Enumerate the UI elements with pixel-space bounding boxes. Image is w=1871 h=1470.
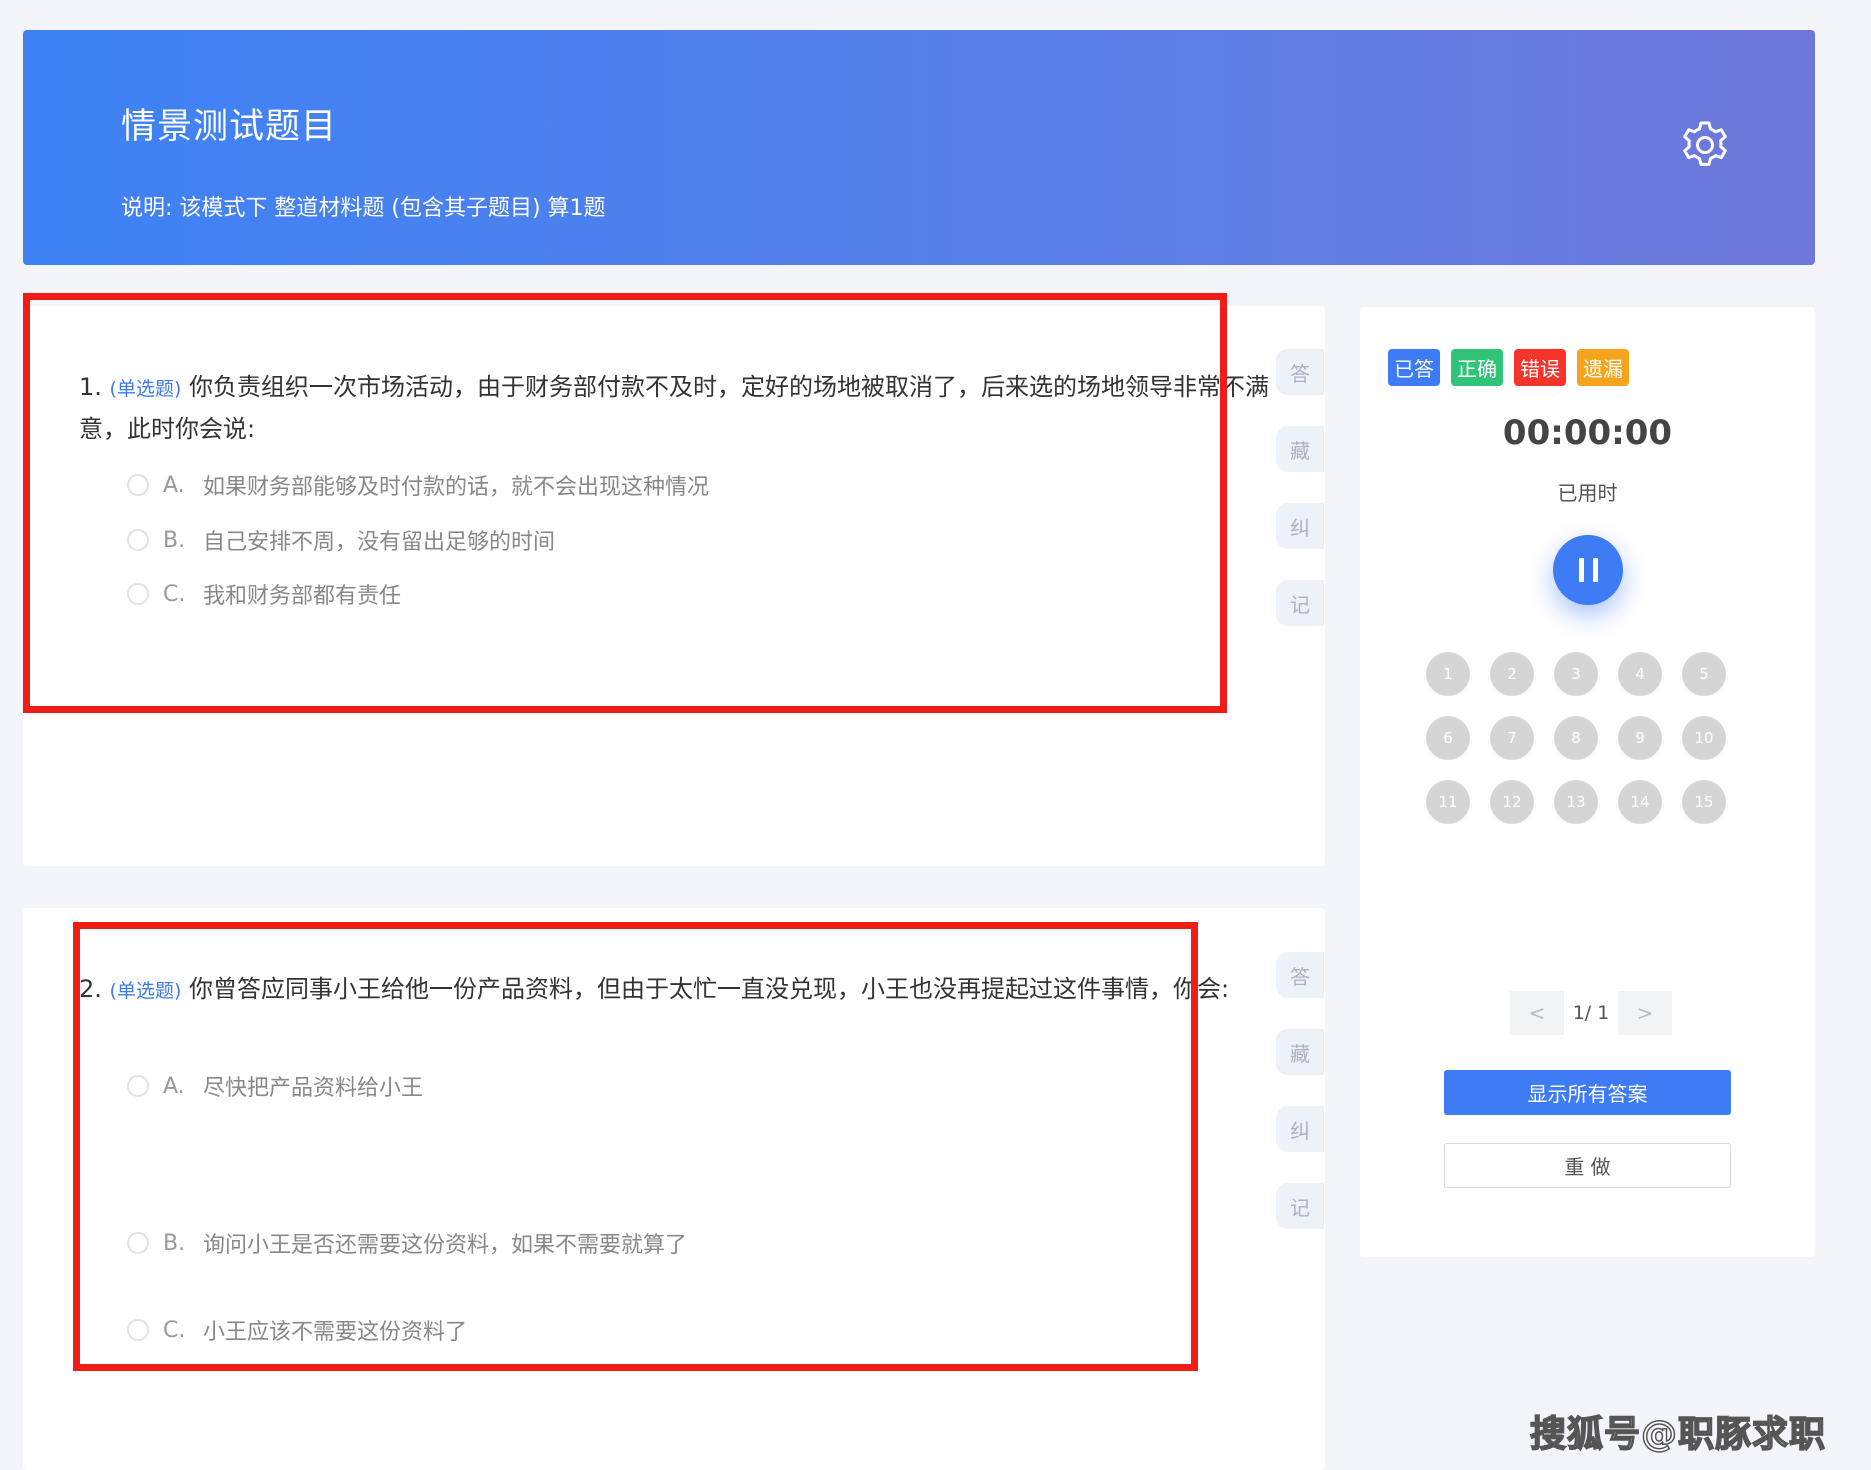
answer-button[interactable]: 答 [1276,952,1324,998]
question-number-button[interactable]: 7 [1490,716,1534,760]
radio-button[interactable] [127,474,149,496]
option-text: 如果财务部能够及时付款的话，就不会出现这种情况 [203,475,710,500]
question-stem: 你负责组织一次市场活动，由于财务部付款不及时，定好的场地被取消了，后来选的场地领… [189,373,1270,401]
pause-icon [1592,558,1598,582]
next-page-button[interactable]: > [1618,991,1672,1035]
page-indicator: 1/ 1 [1572,1002,1610,1024]
question-1-text: 1. (单选题) 你负责组织一次市场活动，由于财务部付款不及时，定好的场地被取消… [79,366,1269,410]
option-b[interactable]: B. 自己安排不周，没有留出足够的时间 [127,523,555,557]
show-all-answers-button[interactable]: 显示所有答案 [1444,1070,1731,1115]
question-1-text-cont: 意，此时你会说: [79,415,256,443]
redo-button[interactable]: 重 做 [1444,1143,1731,1188]
prev-page-button[interactable]: < [1510,991,1564,1035]
option-letter: C. [163,581,186,607]
watermark: 搜狐号@职豚求职 [1529,1413,1827,1456]
radio-button[interactable] [127,1232,149,1254]
answer-sheet-panel: 已答 正确 错误 遗漏 00:00:00 已用时 1 2 3 4 5 6 7 8… [1360,307,1815,1257]
report-error-button[interactable]: 纠 [1276,503,1324,549]
pause-button[interactable] [1553,535,1623,605]
favorite-button[interactable]: 藏 [1276,426,1324,472]
legend-correct: 正确 [1451,349,1503,386]
legend-wrong: 错误 [1514,349,1566,386]
option-letter: B. [163,1230,186,1256]
favorite-button[interactable]: 藏 [1276,1029,1324,1075]
question-number-button[interactable]: 8 [1554,716,1598,760]
question-2-text: 2. (单选题) 你曾答应同事小王给他一份产品资料，但由于太忙一直没兑现，小王也… [79,968,1229,1012]
option-a[interactable]: A. 尽快把产品资料给小王 [127,1069,423,1103]
option-letter: A. [163,1073,185,1099]
radio-button[interactable] [127,529,149,551]
question-number-button[interactable]: 3 [1554,652,1598,696]
pagination: < 1/ 1 > [1510,991,1672,1035]
status-legend: 已答 正确 错误 遗漏 [1388,349,1629,386]
option-text: 小王应该不需要这份资料了 [203,1320,468,1345]
mode-description: 说明: 该模式下 整道材料题 (包含其子题目) 算1题 [121,196,606,221]
option-text: 尽快把产品资料给小王 [203,1076,424,1101]
question-number: 1. [79,373,102,401]
question-stem: 你曾答应同事小王给他一份产品资料，但由于太忙一直没兑现，小王也没再提起过这件事情… [189,975,1230,1003]
question-number-button[interactable]: 12 [1490,780,1534,824]
question-number-button[interactable]: 10 [1682,716,1726,760]
question-number-button[interactable]: 4 [1618,652,1662,696]
option-letter: A. [163,472,185,498]
option-b[interactable]: B. 询问小王是否还需要这份资料，如果不需要就算了 [127,1226,687,1260]
legend-answered: 已答 [1388,349,1440,386]
pause-icon [1578,558,1584,582]
note-button[interactable]: 记 [1276,580,1324,626]
question-number-button[interactable]: 13 [1554,780,1598,824]
legend-missed: 遗漏 [1577,349,1629,386]
question-number-button[interactable]: 2 [1490,652,1534,696]
elapsed-timer: 00:00:00 [1502,413,1673,453]
question-number-grid: 1 2 3 4 5 6 7 8 9 10 11 12 13 14 15 [1426,652,1726,824]
question-type-label: (单选题) [109,980,182,1002]
option-text: 询问小王是否还需要这份资料，如果不需要就算了 [203,1233,688,1258]
option-text: 我和财务部都有责任 [203,584,402,609]
option-c[interactable]: C. 小王应该不需要这份资料了 [127,1313,467,1347]
radio-button[interactable] [127,1319,149,1341]
question-type-label: (单选题) [109,378,182,400]
page-header: 情景测试题目 说明: 该模式下 整道材料题 (包含其子题目) 算1题 [23,30,1815,265]
option-letter: C. [163,1317,186,1343]
question-number: 2. [79,975,102,1003]
answer-button[interactable]: 答 [1276,349,1324,395]
question-card-1: 1. (单选题) 你负责组织一次市场活动，由于财务部付款不及时，定好的场地被取消… [23,306,1325,866]
radio-button[interactable] [127,583,149,605]
option-text: 自己安排不周，没有留出足够的时间 [203,530,556,555]
note-button[interactable]: 记 [1276,1183,1324,1229]
question-number-button[interactable]: 5 [1682,652,1726,696]
question-number-button[interactable]: 15 [1682,780,1726,824]
question-number-button[interactable]: 14 [1618,780,1662,824]
option-letter: B. [163,527,186,553]
question-card-2: 2. (单选题) 你曾答应同事小王给他一份产品资料，但由于太忙一直没兑现，小王也… [23,908,1325,1470]
question-number-button[interactable]: 1 [1426,652,1470,696]
elapsed-label: 已用时 [1557,481,1618,505]
page-title: 情景测试题目 [121,107,338,147]
option-a[interactable]: A. 如果财务部能够及时付款的话，就不会出现这种情况 [127,468,709,502]
question-number-button[interactable]: 11 [1426,780,1470,824]
gear-icon[interactable] [1678,118,1732,172]
question-number-button[interactable]: 9 [1618,716,1662,760]
option-c[interactable]: C. 我和财务部都有责任 [127,577,401,611]
question-number-button[interactable]: 6 [1426,716,1470,760]
radio-button[interactable] [127,1075,149,1097]
report-error-button[interactable]: 纠 [1276,1106,1324,1152]
